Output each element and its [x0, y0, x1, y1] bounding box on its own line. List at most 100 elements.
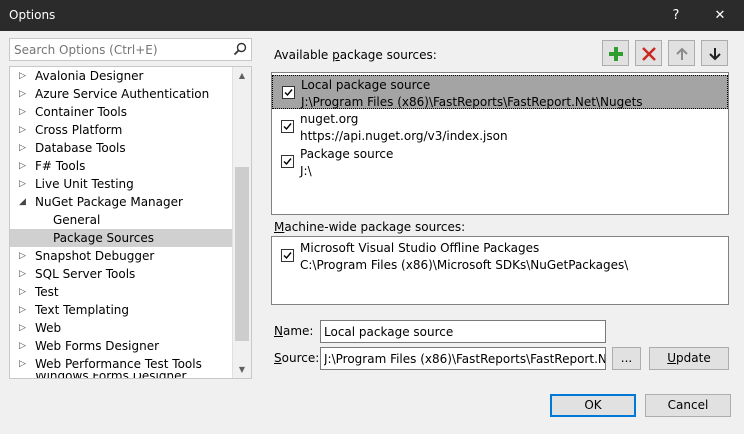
name-input[interactable] — [321, 321, 605, 342]
tree-item-label: Database Tools — [35, 141, 126, 155]
machine-wide-sources-label: Machine-wide package sources: — [274, 220, 466, 234]
tree-item-label: Snapshot Debugger — [35, 249, 155, 263]
tree-item[interactable]: ▷ Database Tools — [10, 139, 232, 157]
scroll-down-icon[interactable]: ▼ — [233, 361, 251, 378]
tree-item-label: Web Forms Designer — [35, 339, 160, 353]
tree-item[interactable]: ▷ SQL Server Tools — [10, 265, 232, 283]
package-source-item[interactable]: Package source J:\ — [272, 145, 728, 179]
source-label: Source: — [274, 351, 320, 365]
tree-item[interactable]: ▷ Web — [10, 319, 232, 337]
update-button[interactable]: Update — [649, 347, 729, 370]
checkmark-icon — [283, 123, 292, 131]
tree-item-label: Test — [35, 285, 59, 299]
available-sources-list[interactable]: Local package source J:\Program Files (x… — [271, 72, 729, 215]
tree-item[interactable]: ▷ Test — [10, 283, 232, 301]
tree-scrollbar[interactable]: ▲ ▼ — [232, 67, 251, 378]
ok-button[interactable]: OK — [550, 394, 636, 417]
collapsed-arrow-icon[interactable]: ▷ — [19, 67, 29, 85]
help-button[interactable]: ? — [656, 0, 696, 31]
cancel-button[interactable]: Cancel — [645, 394, 731, 417]
collapsed-arrow-icon[interactable]: ▷ — [19, 337, 29, 355]
tree-item[interactable]: Package Sources — [10, 229, 232, 247]
machine-wide-sources-list[interactable]: Microsoft Visual Studio Offline Packages… — [271, 236, 729, 305]
search-box[interactable] — [9, 38, 252, 61]
collapsed-arrow-icon[interactable]: ▷ — [19, 247, 29, 265]
package-source-item[interactable]: Microsoft Visual Studio Offline Packages… — [272, 239, 728, 273]
source-enabled-checkbox[interactable] — [281, 155, 294, 168]
tree-item-label: Cross Platform — [35, 123, 123, 137]
source-name: Microsoft Visual Studio Offline Packages — [300, 241, 540, 255]
collapsed-arrow-icon[interactable]: ▷ — [19, 319, 29, 337]
collapsed-arrow-icon[interactable]: ▷ — [19, 85, 29, 103]
tree-item-label: Package Sources — [53, 231, 155, 245]
tree-item-label: Web Performance Test Tools — [35, 357, 202, 371]
tree-item-label: Live Unit Testing — [35, 177, 134, 191]
name-label: Name: — [274, 324, 314, 338]
tree-item-label: General — [53, 213, 101, 227]
tree-item[interactable]: ▷ Avalonia Designer — [10, 67, 232, 85]
collapsed-arrow-icon[interactable]: ▷ — [19, 121, 29, 139]
source-enabled-checkbox[interactable] — [282, 86, 295, 99]
available-sources-label: Available package sources: — [274, 48, 437, 62]
source-field[interactable] — [320, 347, 606, 370]
move-up-button[interactable] — [668, 40, 695, 66]
options-tree[interactable]: ▷ Avalonia Designer ▷ Azure Service Authent… — [9, 66, 252, 379]
scroll-thumb[interactable] — [235, 167, 249, 341]
checkmark-icon — [284, 89, 293, 97]
source-name: Local package source — [301, 78, 431, 92]
tree-item[interactable]: ▷ F# Tools — [10, 157, 232, 175]
collapsed-arrow-icon[interactable]: ▷ — [19, 301, 29, 319]
package-source-item[interactable]: Local package source J:\Program Files (x… — [272, 75, 728, 109]
package-source-item[interactable]: nuget.org https://api.nuget.org/v3/index… — [272, 110, 728, 144]
tree-item[interactable]: ▷ Web Performance Test Tools — [10, 355, 232, 373]
close-button[interactable]: ✕ — [700, 0, 740, 31]
remove-icon — [642, 47, 656, 61]
source-enabled-checkbox[interactable] — [281, 120, 294, 133]
tree-item[interactable]: ▷ Cross Platform — [10, 121, 232, 139]
move-down-button[interactable] — [701, 40, 728, 66]
tree-item[interactable]: ▷ Snapshot Debugger — [10, 247, 232, 265]
checkmark-icon — [283, 158, 292, 166]
remove-source-button[interactable] — [635, 40, 662, 66]
tree-item-label: Web — [35, 321, 62, 335]
source-url: J:\ — [300, 164, 312, 178]
move-down-icon — [709, 48, 721, 61]
collapsed-arrow-icon[interactable]: ▷ — [19, 355, 29, 373]
move-up-icon — [676, 47, 688, 60]
tree-item[interactable]: General — [10, 211, 232, 229]
search-input[interactable] — [10, 39, 225, 60]
tree-item[interactable]: ▷ Container Tools — [10, 103, 232, 121]
tree-item[interactable]: ▷ Web Forms Designer — [10, 337, 232, 355]
tree-item[interactable]: ▷ Text Templating — [10, 301, 232, 319]
checkmark-icon — [283, 252, 292, 260]
source-input[interactable] — [321, 348, 605, 369]
add-icon — [609, 47, 623, 61]
tree-item-label: Windows Forms Designer — [35, 373, 186, 378]
collapsed-arrow-icon[interactable]: ▷ — [19, 373, 29, 378]
collapsed-arrow-icon[interactable]: ▷ — [19, 283, 29, 301]
tree-item-label: Container Tools — [35, 105, 128, 119]
source-enabled-checkbox[interactable] — [281, 249, 294, 262]
tree-item[interactable]: ▷ Azure Service Authentication — [10, 85, 232, 103]
tree-item-label: Avalonia Designer — [35, 69, 144, 83]
tree-item-label: F# Tools — [35, 159, 86, 173]
collapsed-arrow-icon[interactable]: ▷ — [19, 103, 29, 121]
source-url: https://api.nuget.org/v3/index.json — [300, 129, 508, 143]
collapsed-arrow-icon[interactable]: ▷ — [19, 139, 29, 157]
collapsed-arrow-icon[interactable]: ▷ — [19, 175, 29, 193]
tree-item-label: Azure Service Authentication — [35, 87, 210, 101]
tree-item[interactable]: ▷ Windows Forms Designer — [10, 373, 232, 378]
tree-item[interactable]: ▷ Live Unit Testing — [10, 175, 232, 193]
collapsed-arrow-icon[interactable]: ▷ — [19, 265, 29, 283]
source-name: nuget.org — [300, 112, 359, 126]
search-icon[interactable] — [233, 42, 247, 56]
browse-button[interactable]: ... — [612, 347, 641, 370]
expanded-arrow-icon[interactable]: ◢ — [19, 193, 29, 211]
title-bar: Options ? ✕ — [0, 0, 744, 31]
scroll-up-icon[interactable]: ▲ — [233, 67, 251, 84]
tree-item[interactable]: ◢ NuGet Package Manager — [10, 193, 232, 211]
source-name: Package source — [300, 147, 394, 161]
name-field[interactable] — [320, 320, 606, 343]
collapsed-arrow-icon[interactable]: ▷ — [19, 157, 29, 175]
add-source-button[interactable] — [602, 40, 629, 66]
